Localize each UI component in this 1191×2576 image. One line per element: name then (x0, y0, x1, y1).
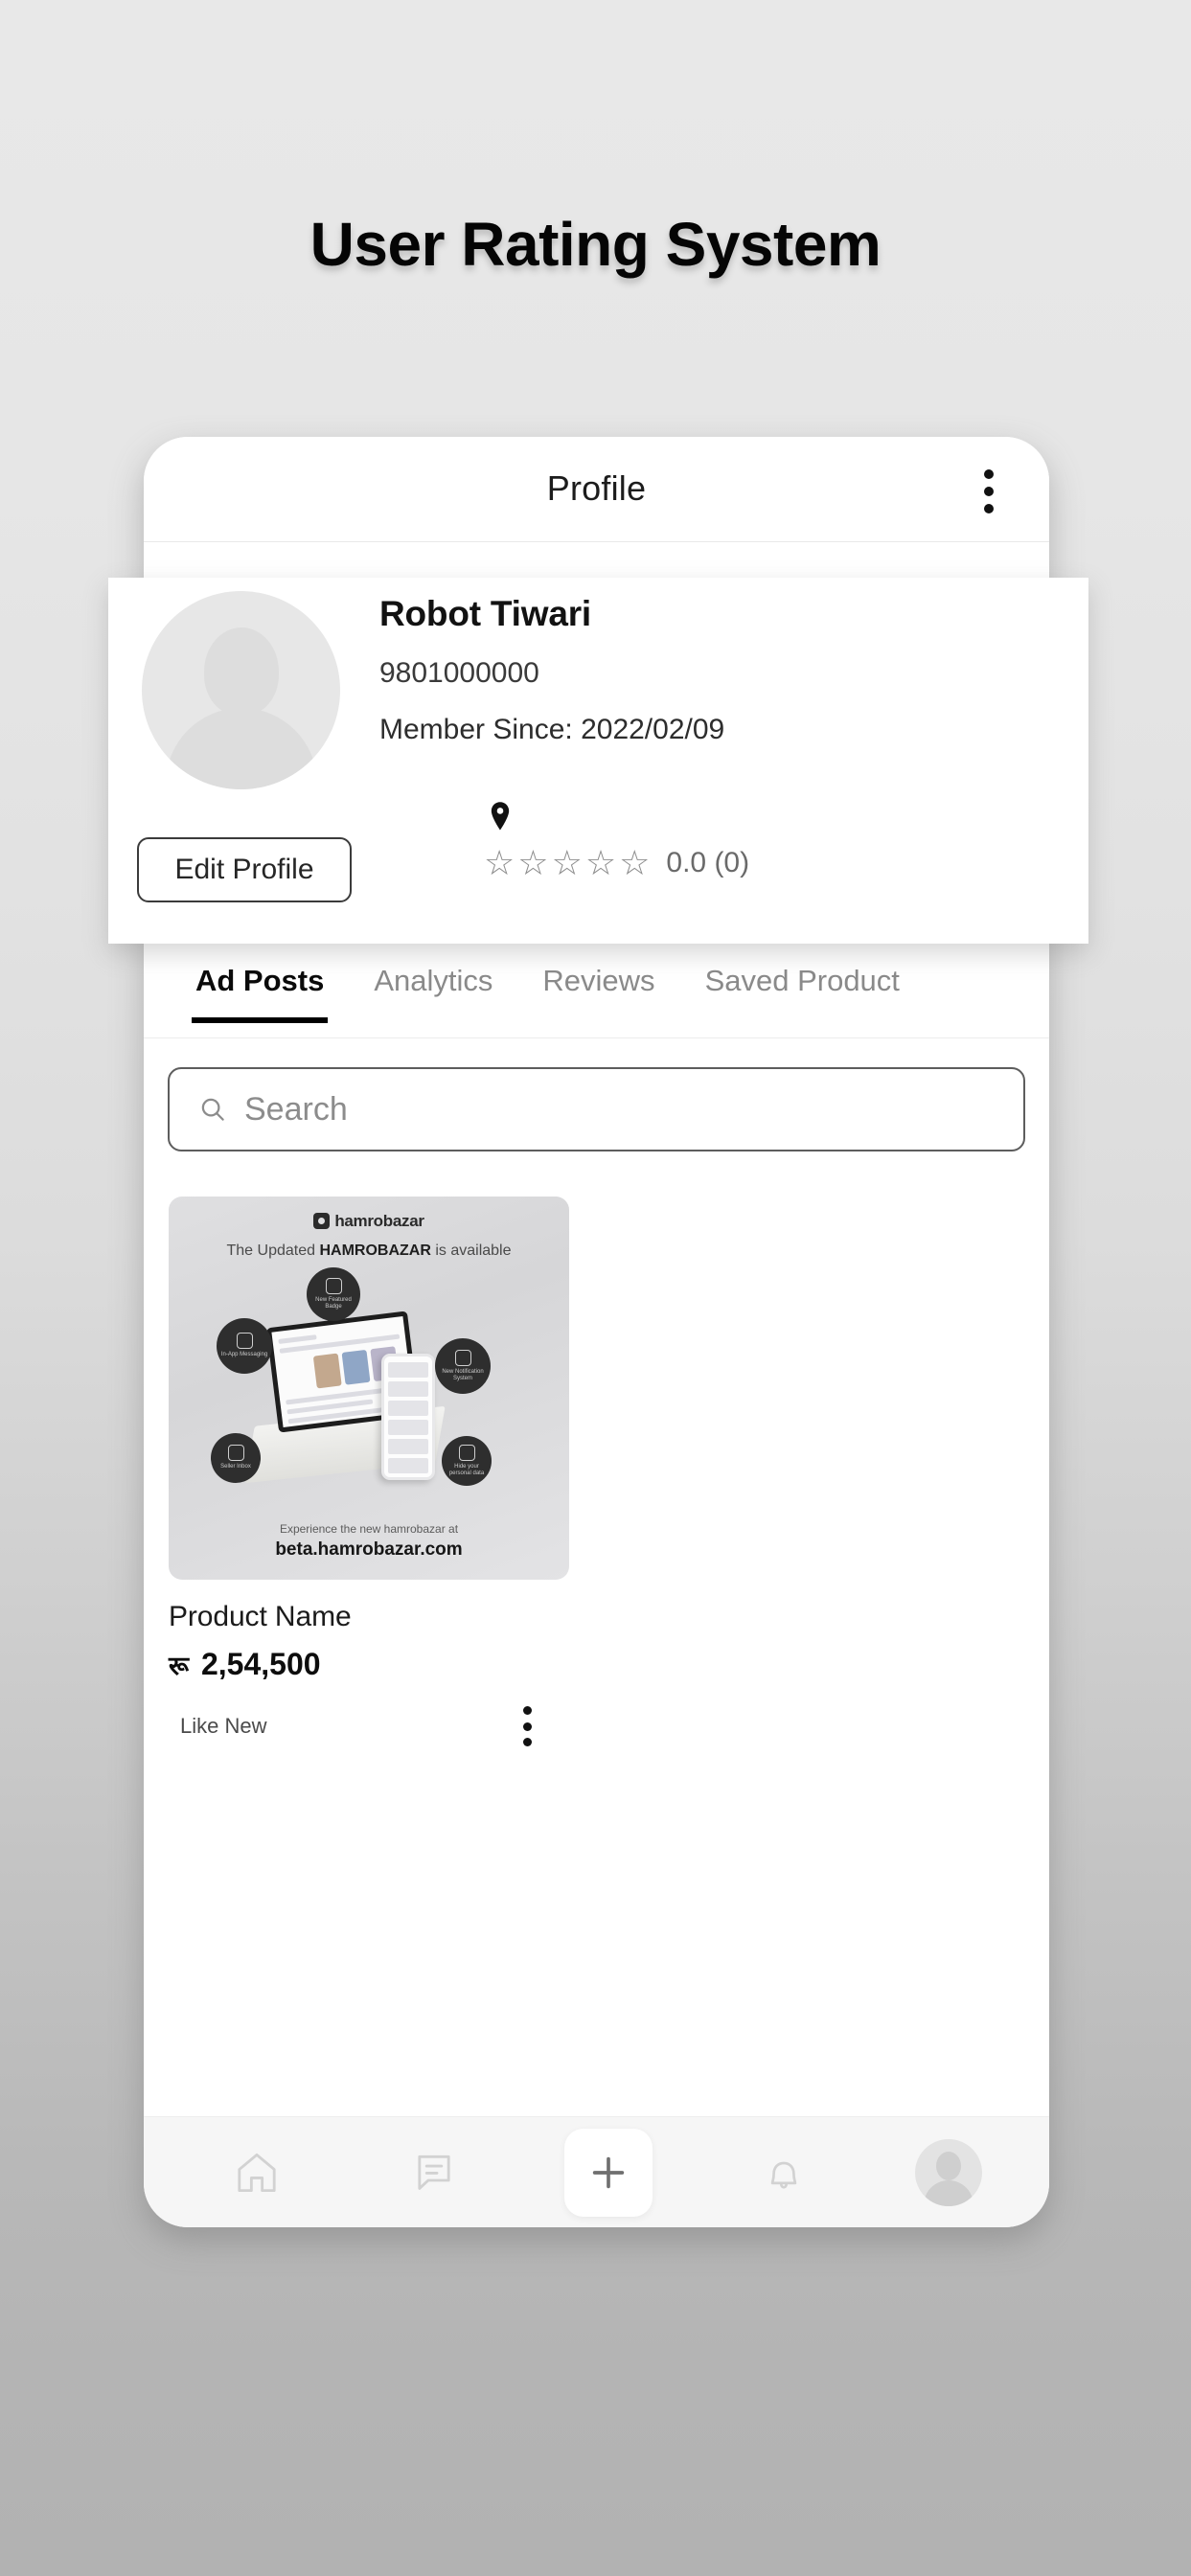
promo-headline: The Updated HAMROBAZAR is available (226, 1242, 512, 1259)
kebab-dot (523, 1721, 533, 1731)
mobile-screen (381, 1354, 435, 1480)
member-since: Member Since: 2022/02/09 (379, 714, 725, 745)
search-icon (201, 1098, 224, 1121)
star-icon[interactable]: ☆ (585, 846, 617, 880)
profile-tabs: Ad Posts Analytics Reviews Saved Product (144, 943, 1049, 1038)
kebab-dot (984, 469, 994, 479)
condition-label: Like New (180, 1714, 267, 1738)
product-footer: Like New (169, 1705, 569, 1747)
avatar-body (165, 708, 317, 789)
star-icon[interactable]: ☆ (619, 846, 651, 880)
user-phone: 9801000000 (379, 657, 539, 689)
plus-icon (593, 2156, 625, 2188)
kebab-menu-icon[interactable] (984, 469, 994, 513)
tab-reviews[interactable]: Reviews (517, 943, 679, 1023)
avatar-body (923, 2179, 973, 2206)
currency-symbol: रू (169, 1652, 189, 1680)
feature-bubble: New Notification System (435, 1338, 491, 1394)
bottom-navigation (144, 2116, 1049, 2227)
profile-card: Robot Tiwari 9801000000 Member Since: 20… (108, 578, 1088, 944)
user-name: Robot Tiwari (379, 594, 591, 633)
nav-profile-avatar-icon[interactable] (914, 2138, 982, 2206)
product-kebab-menu-icon[interactable] (523, 1706, 533, 1746)
kebab-dot (984, 487, 994, 496)
promo-illustration: New Featured Badge In-App Messaging New … (169, 1265, 569, 1520)
app-bar-title: Profile (546, 468, 647, 508)
nav-messages[interactable] (388, 2129, 480, 2217)
feature-bubble: Seller Inbox (211, 1433, 261, 1483)
feature-bubble: In-App Messaging (217, 1318, 272, 1374)
kebab-dot (984, 504, 994, 513)
feature-bubble: New Featured Badge (307, 1267, 360, 1321)
location-pin-icon (488, 801, 513, 836)
rating-value: 0.0 (0) (666, 847, 750, 878)
bell-icon (770, 2161, 797, 2189)
home-icon (238, 2153, 276, 2192)
nav-post-ad[interactable] (564, 2128, 653, 2217)
promo-footer-text: Experience the new hamrobazar at (279, 1522, 459, 1536)
page-title: User Rating System (309, 210, 882, 279)
tab-analytics[interactable]: Analytics (349, 943, 517, 1023)
tab-saved-product[interactable]: Saved Product (680, 943, 925, 1023)
hamrobazar-logo-mark (313, 1213, 331, 1229)
kebab-dot (523, 1738, 533, 1746)
avatar-head (203, 627, 279, 716)
product-name[interactable]: Product Name (169, 1601, 569, 1633)
kebab-dot (523, 1706, 533, 1715)
search-input[interactable] (244, 1090, 995, 1128)
star-icon[interactable]: ☆ (517, 846, 549, 880)
profile-info: Robot Tiwari 9801000000 Member Since: 20… (379, 594, 724, 746)
edit-profile-button[interactable]: Edit Profile (137, 837, 352, 902)
hamrobazar-logo: hamrobazar (169, 1212, 569, 1231)
star-rating[interactable]: ☆ ☆ ☆ ☆ ☆ (484, 846, 651, 880)
price-value: 2,54,500 (200, 1647, 321, 1681)
rating-row: ☆ ☆ ☆ ☆ ☆ 0.0 (0) (484, 846, 749, 880)
star-icon[interactable]: ☆ (552, 846, 584, 880)
nav-notifications[interactable] (738, 2129, 830, 2217)
product-price: रू 2,54,500 (169, 1647, 569, 1682)
feature-bubble: Hide your personal data (442, 1436, 492, 1486)
nav-home[interactable] (211, 2129, 303, 2217)
ad-post-card: hamrobazar The Updated HAMROBAZAR is ava… (169, 1197, 569, 1747)
chat-icon (418, 2154, 450, 2190)
search-bar[interactable] (168, 1067, 1025, 1151)
product-image[interactable]: hamrobazar The Updated HAMROBAZAR is ava… (169, 1197, 569, 1580)
app-bar: Profile (144, 437, 1049, 542)
avatar-head (935, 2151, 961, 2180)
tab-ad-posts[interactable]: Ad Posts (171, 943, 349, 1023)
star-icon[interactable]: ☆ (484, 846, 515, 880)
avatar-placeholder-icon[interactable] (142, 591, 340, 789)
promo-footer-url: beta.hamrobazar.com (275, 1539, 463, 1560)
